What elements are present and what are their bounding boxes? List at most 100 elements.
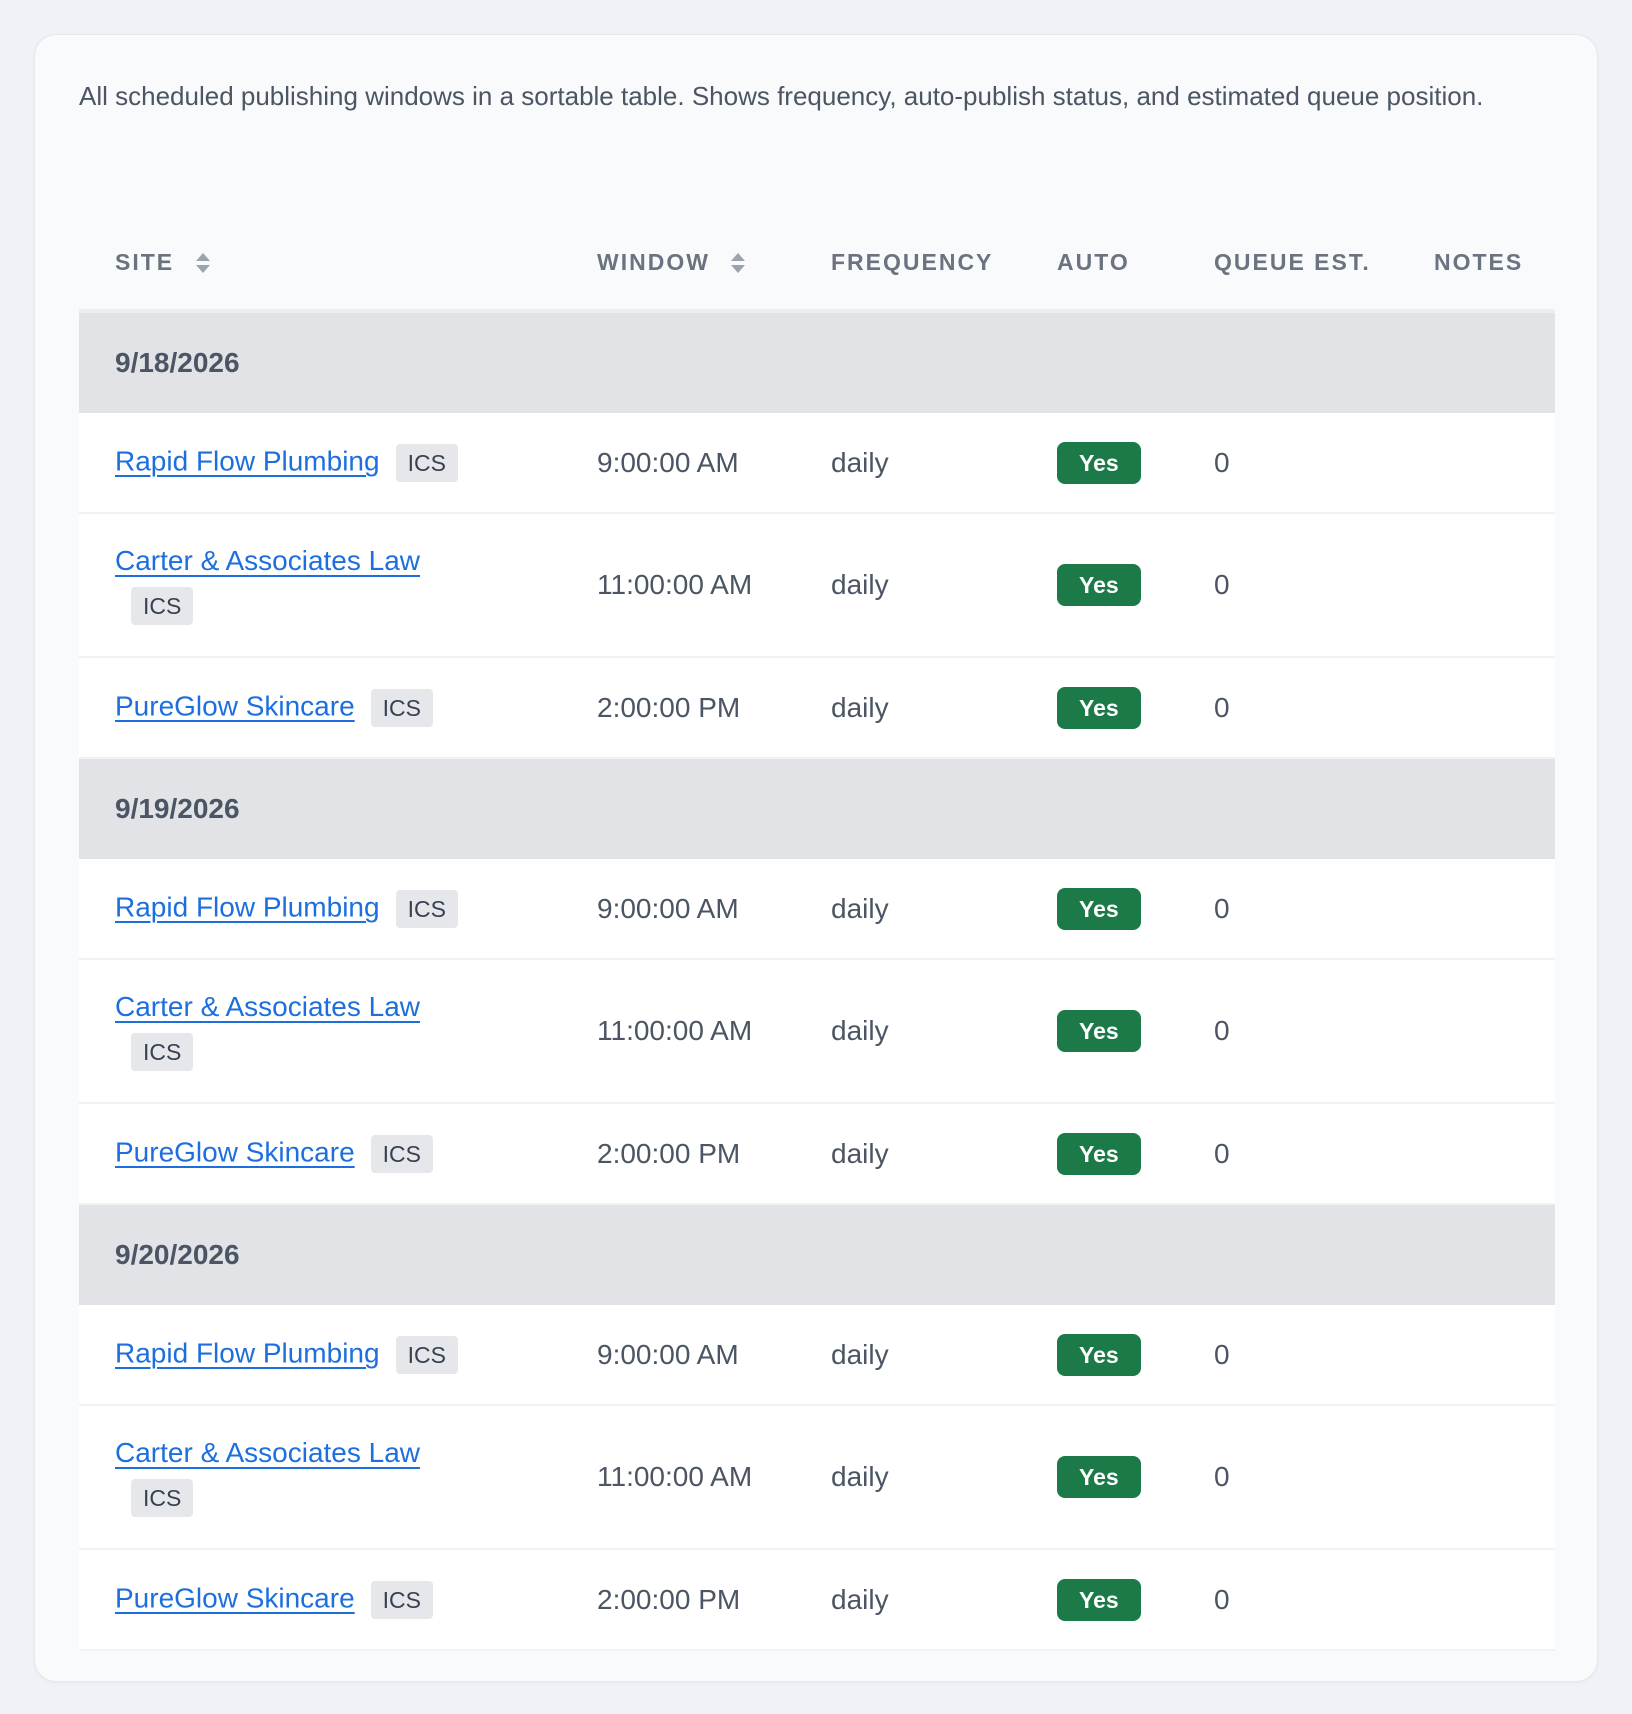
table-row: Rapid Flow Plumbing ICS 9:00:00 AM daily Yes… <box>79 1305 1555 1406</box>
auto-cell: Yes <box>1021 657 1178 759</box>
table-row: Rapid Flow Plumbing ICS 9:00:00 AM daily Yes… <box>79 859 1555 960</box>
window-cell: 9:00:00 AM <box>561 413 795 514</box>
site-cell: Carter & Associates Law ICS <box>79 513 561 658</box>
queue-cell: 0 <box>1178 1405 1398 1550</box>
site-cell: PureGlow Skincare ICS <box>79 1549 561 1651</box>
frequency-cell: daily <box>795 657 1021 759</box>
ics-tag[interactable]: ICS <box>395 443 458 482</box>
site-link[interactable]: PureGlow Skincare <box>115 690 355 721</box>
table-row: PureGlow Skincare ICS 2:00:00 PM daily Yes 0 <box>79 657 1555 759</box>
column-header-site-label: SITE <box>115 248 175 275</box>
table-row: PureGlow Skincare ICS 2:00:00 PM daily Yes 0 <box>79 1103 1555 1205</box>
frequency-cell: daily <box>795 1405 1021 1550</box>
sort-icon[interactable] <box>730 251 746 275</box>
auto-cell: Yes <box>1021 859 1178 960</box>
table-row: Carter & Associates Law ICS 11:00:00 AM dai… <box>79 513 1555 658</box>
window-cell: 2:00:00 PM <box>561 1103 795 1205</box>
column-header-frequency: FREQUENCY <box>795 215 1021 313</box>
notes-cell <box>1398 959 1555 1104</box>
ics-tag[interactable]: ICS <box>370 688 433 727</box>
ics-tag[interactable]: ICS <box>395 889 458 928</box>
auto-status-badge: Yes <box>1057 1333 1141 1376</box>
notes-cell <box>1398 1549 1555 1651</box>
notes-cell <box>1398 859 1555 960</box>
date-group-row: 9/20/2026 <box>79 1204 1555 1305</box>
window-cell: 2:00:00 PM <box>561 657 795 759</box>
queue-cell: 0 <box>1178 959 1398 1104</box>
table-header-row: SITE WINDOW FREQUENCY AUTO QUEUE EST. NO… <box>79 215 1555 313</box>
schedule-card: All scheduled publishing windows in a so… <box>34 34 1598 1682</box>
window-cell: 9:00:00 AM <box>561 1305 795 1406</box>
ics-tag[interactable]: ICS <box>370 1580 433 1619</box>
ics-tag[interactable]: ICS <box>131 1033 194 1071</box>
column-header-window[interactable]: WINDOW <box>561 215 795 313</box>
auto-cell: Yes <box>1021 959 1178 1104</box>
site-cell: PureGlow Skincare ICS <box>79 1103 561 1205</box>
column-header-window-label: WINDOW <box>597 248 710 275</box>
auto-status-badge: Yes <box>1057 1010 1141 1052</box>
notes-cell <box>1398 1103 1555 1205</box>
frequency-cell: daily <box>795 513 1021 658</box>
ics-tag[interactable]: ICS <box>131 1479 194 1517</box>
column-header-auto: AUTO <box>1021 215 1178 313</box>
window-cell: 2:00:00 PM <box>561 1549 795 1651</box>
date-group-label: 9/19/2026 <box>79 758 1555 859</box>
frequency-cell: daily <box>795 859 1021 960</box>
window-cell: 11:00:00 AM <box>561 959 795 1104</box>
auto-cell: Yes <box>1021 1549 1178 1651</box>
ics-tag[interactable]: ICS <box>131 587 194 625</box>
frequency-cell: daily <box>795 1103 1021 1205</box>
notes-cell <box>1398 1305 1555 1406</box>
frequency-cell: daily <box>795 413 1021 514</box>
queue-cell: 0 <box>1178 859 1398 960</box>
auto-cell: Yes <box>1021 1405 1178 1550</box>
site-cell: Rapid Flow Plumbing ICS <box>79 859 561 960</box>
site-link[interactable]: Rapid Flow Plumbing <box>115 891 380 922</box>
column-header-site[interactable]: SITE <box>79 215 561 313</box>
site-cell: Rapid Flow Plumbing ICS <box>79 1305 561 1406</box>
site-link[interactable]: Rapid Flow Plumbing <box>115 1337 380 1368</box>
notes-cell <box>1398 413 1555 514</box>
schedule-table: SITE WINDOW FREQUENCY AUTO QUEUE EST. NO… <box>79 215 1555 1651</box>
auto-cell: Yes <box>1021 1305 1178 1406</box>
column-header-queue: QUEUE EST. <box>1178 215 1398 313</box>
queue-cell: 0 <box>1178 513 1398 658</box>
queue-cell: 0 <box>1178 1103 1398 1205</box>
site-link[interactable]: Rapid Flow Plumbing <box>115 445 380 476</box>
auto-cell: Yes <box>1021 513 1178 658</box>
frequency-cell: daily <box>795 959 1021 1104</box>
notes-cell <box>1398 657 1555 759</box>
auto-status-badge: Yes <box>1057 1578 1141 1621</box>
site-cell: PureGlow Skincare ICS <box>79 657 561 759</box>
ics-tag[interactable]: ICS <box>370 1134 433 1173</box>
table-description: All scheduled publishing windows in a so… <box>79 81 1484 111</box>
auto-status-badge: Yes <box>1057 564 1141 606</box>
site-link[interactable]: Carter & Associates Law <box>115 991 420 1022</box>
site-link[interactable]: Carter & Associates Law <box>115 1437 420 1468</box>
table-row: Carter & Associates Law ICS 11:00:00 AM dai… <box>79 959 1555 1104</box>
auto-status-badge: Yes <box>1057 887 1141 930</box>
notes-cell <box>1398 513 1555 658</box>
sort-icon[interactable] <box>195 251 211 275</box>
auto-cell: Yes <box>1021 413 1178 514</box>
site-link[interactable]: PureGlow Skincare <box>115 1582 355 1613</box>
site-cell: Carter & Associates Law ICS <box>79 959 561 1104</box>
date-group-label: 9/20/2026 <box>79 1204 1555 1305</box>
table-row: PureGlow Skincare ICS 2:00:00 PM daily Yes 0 <box>79 1549 1555 1651</box>
site-link[interactable]: Carter & Associates Law <box>115 545 420 576</box>
auto-cell: Yes <box>1021 1103 1178 1205</box>
ics-tag[interactable]: ICS <box>395 1335 458 1374</box>
site-link[interactable]: PureGlow Skincare <box>115 1136 355 1167</box>
window-cell: 11:00:00 AM <box>561 513 795 658</box>
window-cell: 11:00:00 AM <box>561 1405 795 1550</box>
table-row: Carter & Associates Law ICS 11:00:00 AM dai… <box>79 1405 1555 1550</box>
site-cell: Carter & Associates Law ICS <box>79 1405 561 1550</box>
auto-status-badge: Yes <box>1057 686 1141 729</box>
auto-status-badge: Yes <box>1057 1132 1141 1175</box>
queue-cell: 0 <box>1178 1305 1398 1406</box>
auto-status-badge: Yes <box>1057 1456 1141 1498</box>
notes-cell <box>1398 1405 1555 1550</box>
queue-cell: 0 <box>1178 657 1398 759</box>
date-group-row: 9/18/2026 <box>79 311 1555 413</box>
table-row: Rapid Flow Plumbing ICS 9:00:00 AM daily Yes… <box>79 413 1555 514</box>
